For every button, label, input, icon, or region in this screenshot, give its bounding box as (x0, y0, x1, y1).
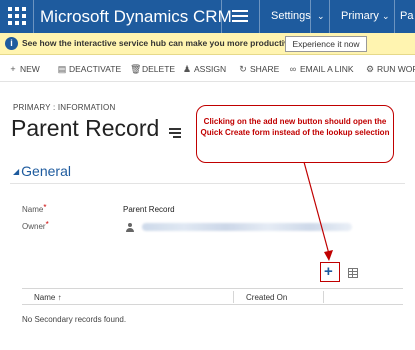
hamburger-menu-icon[interactable] (232, 10, 248, 22)
collapse-triangle-icon: ◢ (13, 167, 20, 176)
nav-divider (310, 0, 311, 33)
share-icon: ↻ (239, 64, 247, 74)
chevron-down-icon[interactable]: ⌄ (382, 11, 390, 22)
breadcrumb: PRIMARY : INFORMATION (13, 103, 116, 112)
delete-button[interactable]: 🗑DELETE (130, 64, 175, 75)
link-icon: ∞ (289, 64, 297, 74)
plus-icon: + (10, 64, 16, 74)
column-divider (323, 291, 324, 303)
column-header-created-on[interactable]: Created On (246, 293, 287, 302)
nav-overflow-item[interactable]: Pa (400, 10, 413, 22)
add-new-record-button[interactable]: + (320, 262, 340, 282)
experience-it-now-button[interactable]: Experience it now (285, 36, 367, 52)
nav-divider (221, 0, 222, 33)
subgrid-empty-message: No Secondary records found. (22, 315, 127, 324)
workflow-icon: ⚙ (365, 64, 375, 74)
name-field-value[interactable]: Parent Record (123, 205, 175, 214)
delete-label: DELETE (142, 64, 176, 74)
run-workflow-label: RUN WOR (377, 64, 415, 74)
subgrid-header: Name ↑ Created On (22, 288, 403, 305)
run-workflow-button[interactable]: ⚙ RUN WOR (365, 64, 415, 75)
new-button[interactable]: + NEW (8, 64, 40, 74)
notification-message: See how the interactive service hub can … (22, 38, 296, 48)
nav-settings[interactable]: Settings (271, 10, 311, 22)
document-icon: ▤ (57, 64, 67, 74)
record-title: Parent Record (11, 115, 160, 141)
nav-divider (394, 0, 395, 33)
nav-area-primary[interactable]: Primary (341, 10, 379, 22)
annotation-arrow (303, 161, 333, 261)
trash-icon: 🗑 (130, 64, 142, 74)
name-field-label: Name* (22, 203, 47, 214)
nav-divider (259, 0, 260, 33)
new-label: NEW (20, 64, 40, 74)
top-nav-bar: Microsoft Dynamics CRM Settings ⌄ Primar… (0, 0, 415, 33)
section-title: General (21, 163, 71, 179)
annotation-text: Clicking on the add new button should op… (200, 117, 390, 137)
deactivate-label: DEACTIVATE (69, 64, 122, 74)
column-divider (233, 291, 234, 303)
section-general[interactable]: ◢ General (13, 163, 71, 179)
owner-field-label: Owner* (22, 220, 49, 231)
owner-label-text: Owner (22, 222, 46, 231)
assign-button[interactable]: ♟ ASSIGN (182, 64, 226, 75)
nav-divider (329, 0, 330, 33)
chevron-down-icon[interactable]: ⌄ (317, 11, 325, 22)
user-icon (126, 223, 134, 232)
grid-view-icon[interactable] (348, 268, 358, 278)
deactivate-button[interactable]: ▤ DEACTIVATE (57, 64, 121, 75)
email-link-label: EMAIL A LINK (300, 64, 354, 74)
app-launcher-icon[interactable] (8, 7, 26, 25)
info-icon: i (5, 37, 18, 50)
share-button[interactable]: ↻ SHARE (238, 64, 279, 75)
required-marker: * (45, 220, 49, 229)
nav-divider (33, 0, 34, 33)
share-label: SHARE (250, 64, 280, 74)
required-marker: * (43, 203, 47, 212)
plus-icon: + (324, 263, 333, 280)
name-label-text: Name (22, 205, 44, 214)
email-link-button[interactable]: ∞ EMAIL A LINK (288, 64, 354, 74)
form-selector-menu-icon[interactable] (169, 128, 181, 138)
section-divider (10, 183, 405, 184)
command-bar: + NEW ▤ DEACTIVATE 🗑DELETE ♟ ASSIGN ↻ SHARE … (0, 58, 415, 82)
assign-users-icon: ♟ (182, 64, 192, 74)
notification-bar: i See how the interactive service hub ca… (0, 33, 415, 55)
column-header-name[interactable]: Name ↑ (34, 293, 62, 302)
assign-label: ASSIGN (194, 64, 227, 74)
brand-title: Microsoft Dynamics CRM (40, 7, 232, 26)
